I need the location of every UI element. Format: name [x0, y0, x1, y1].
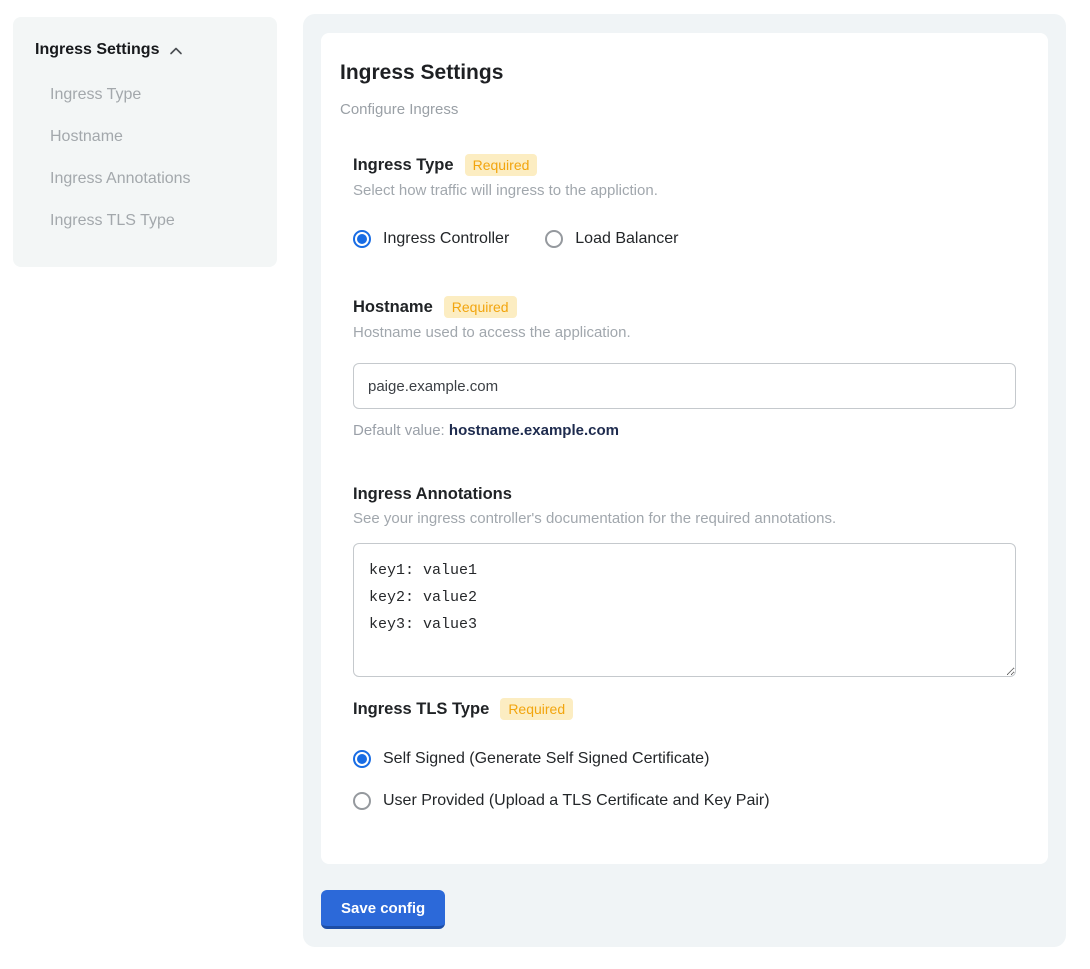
settings-nav-sidebar: Ingress Settings Ingress Type Hostname I… [13, 17, 277, 267]
radio-label: Load Balancer [575, 229, 678, 249]
section-hostname: Hostname Required Hostname used to acces… [353, 296, 1016, 439]
ingress-annotations-label: Ingress Annotations [353, 484, 512, 504]
hostname-label: Hostname [353, 297, 433, 317]
required-badge: Required [465, 154, 538, 176]
radio-label: Self Signed (Generate Self Signed Certif… [383, 749, 709, 769]
sidebar-item-ingress-annotations[interactable]: Ingress Annotations [50, 169, 261, 188]
hostname-input[interactable] [353, 363, 1016, 409]
hostname-default-line: Default value: hostname.example.com [353, 422, 1016, 439]
default-value-prefix: Default value: [353, 422, 445, 439]
section-ingress-annotations: Ingress Annotations See your ingress con… [353, 484, 1016, 677]
radio-icon[interactable] [353, 792, 371, 810]
radio-icon[interactable] [353, 230, 371, 248]
section-ingress-tls-type: Ingress TLS Type Required Self Signed (G… [353, 698, 1016, 811]
radio-option-ingress-controller[interactable]: Ingress Controller [353, 229, 509, 249]
section-ingress-type: Ingress Type Required Select how traffic… [353, 154, 1016, 249]
radio-icon[interactable] [353, 750, 371, 768]
ingress-type-description: Select how traffic will ingress to the a… [353, 182, 1016, 200]
radio-label: Ingress Controller [383, 229, 509, 249]
form-sections: Ingress Type Required Select how traffic… [353, 154, 1016, 811]
sidebar-group-label: Ingress Settings [35, 41, 159, 59]
ingress-tls-radio-group: Self Signed (Generate Self Signed Certif… [353, 749, 1016, 811]
ingress-tls-type-label: Ingress TLS Type [353, 699, 489, 719]
required-badge: Required [444, 296, 517, 318]
radio-option-load-balancer[interactable]: Load Balancer [545, 229, 678, 249]
sidebar-item-hostname[interactable]: Hostname [50, 127, 261, 146]
config-panel: Ingress Settings Configure Ingress Ingre… [303, 14, 1066, 947]
page-title: Ingress Settings [340, 60, 1016, 85]
sidebar-group-ingress-settings[interactable]: Ingress Settings [35, 41, 261, 59]
sidebar-items: Ingress Type Hostname Ingress Annotation… [50, 85, 261, 230]
radio-icon[interactable] [545, 230, 563, 248]
ingress-type-label: Ingress Type [353, 155, 454, 175]
default-value-text: hostname.example.com [449, 422, 619, 439]
sidebar-item-ingress-type[interactable]: Ingress Type [50, 85, 261, 104]
radio-option-self-signed[interactable]: Self Signed (Generate Self Signed Certif… [353, 749, 1016, 769]
radio-option-user-provided[interactable]: User Provided (Upload a TLS Certificate … [353, 791, 1016, 811]
radio-label: User Provided (Upload a TLS Certificate … [383, 791, 770, 811]
save-config-button[interactable]: Save config [321, 890, 445, 929]
required-badge: Required [500, 698, 573, 720]
chevron-up-icon [168, 43, 184, 59]
hostname-description: Hostname used to access the application. [353, 324, 1016, 342]
ingress-annotations-description: See your ingress controller's documentat… [353, 510, 1016, 528]
ingress-annotations-textarea[interactable]: key1: value1 key2: value2 key3: value3 [353, 543, 1016, 677]
page-subtitle: Configure Ingress [340, 101, 1016, 118]
sidebar-item-ingress-tls-type[interactable]: Ingress TLS Type [50, 211, 261, 230]
ingress-settings-card: Ingress Settings Configure Ingress Ingre… [321, 33, 1048, 864]
ingress-type-radio-group: Ingress Controller Load Balancer [353, 229, 1016, 249]
